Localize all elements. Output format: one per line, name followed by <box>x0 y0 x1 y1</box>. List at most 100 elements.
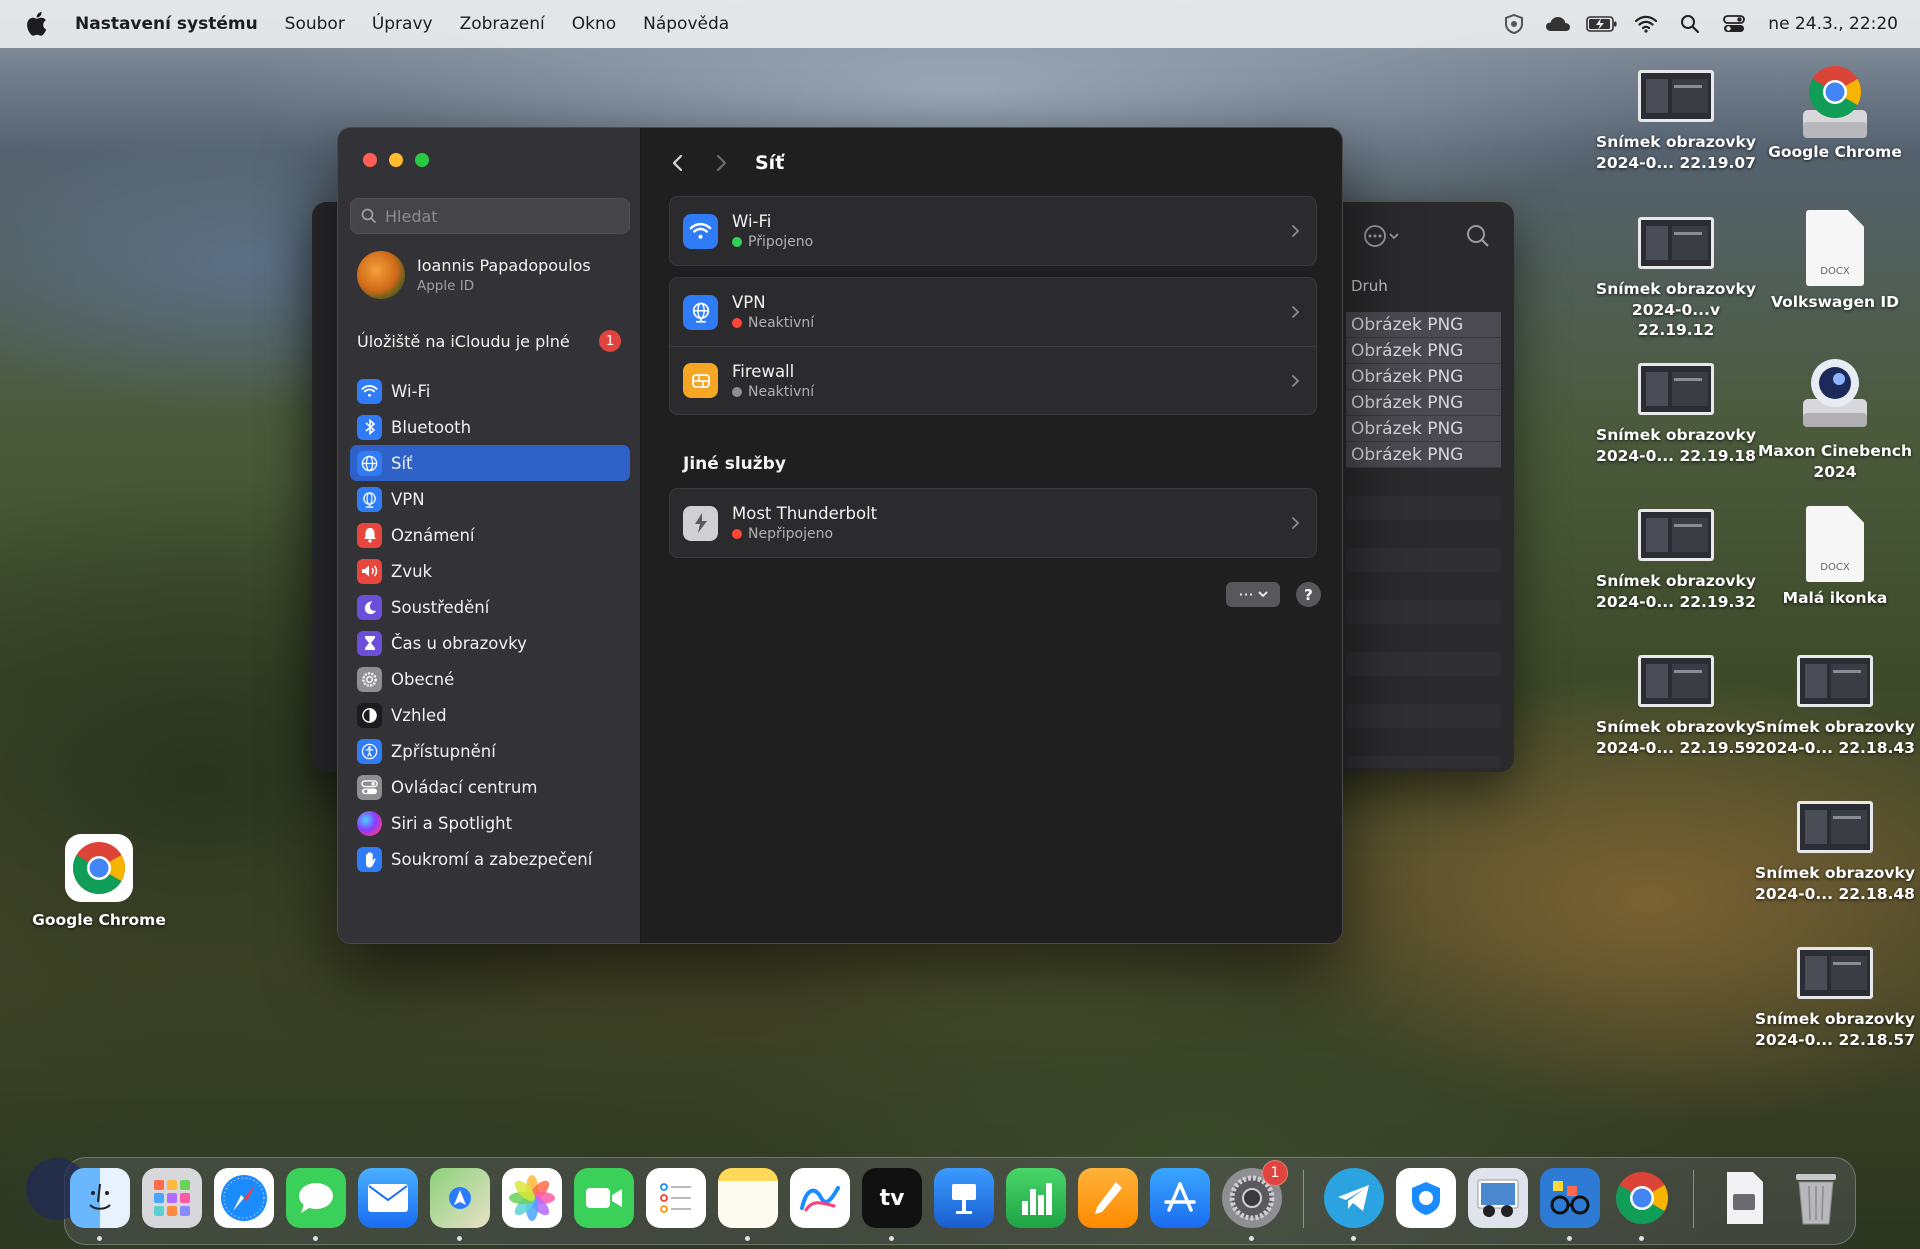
minimize-button[interactable] <box>389 153 403 167</box>
avatar <box>357 251 405 299</box>
apple-id-account[interactable]: Ioannis Papadopoulos Apple ID <box>357 251 591 299</box>
desktop-icon-google-chrome-app[interactable]: Google Chrome <box>1755 62 1915 163</box>
search-input[interactable] <box>385 206 615 226</box>
file-kind-cell[interactable]: Obrázek PNG <box>1346 416 1501 442</box>
dock-proxyman-icon[interactable] <box>1396 1168 1456 1228</box>
desktop-icon-screenshot[interactable]: Snímek obrazovky 2024-0... 22.18.48 <box>1755 801 1915 904</box>
sidebar-item-siri-a-spotlight[interactable]: Siri a Spotlight <box>350 805 630 841</box>
help-button[interactable]: ? <box>1296 582 1321 607</box>
wifi-status-icon[interactable] <box>1624 0 1668 48</box>
desktop-icon-screenshot[interactable]: Snímek obrazovky 2024-0... 22.19.59 <box>1596 655 1756 758</box>
apple-menu-icon[interactable] <box>25 12 49 36</box>
service-row-wifi[interactable]: Wi-Fi Připojeno <box>670 197 1316 265</box>
file-kind-cell[interactable]: Obrázek PNG <box>1346 312 1501 338</box>
service-card-wifi: Wi-Fi Připojeno <box>669 196 1317 266</box>
sidebar-item-vpn[interactable]: VPN <box>350 481 630 517</box>
sidebar-search[interactable] <box>350 198 630 234</box>
dock-freeform-icon[interactable] <box>790 1168 850 1228</box>
sidebar-item-sit[interactable]: Síť <box>350 445 630 481</box>
dock-facetime-icon[interactable] <box>574 1168 634 1228</box>
dock-telegram-icon[interactable] <box>1324 1168 1384 1228</box>
sidebar-item-obecne[interactable]: Obecné <box>350 661 630 697</box>
appearance-icon <box>357 702 382 728</box>
sidebar-item-wifi[interactable]: Wi-Fi <box>350 373 630 409</box>
dock-reminders-icon[interactable] <box>646 1168 706 1228</box>
menu-zobrazeni[interactable]: Zobrazení <box>460 14 545 34</box>
sidebar-item-zpristupneni[interactable]: Zpřístupnění <box>350 733 630 769</box>
dock-finder-icon[interactable] <box>70 1168 130 1228</box>
screenshot-thumbnail <box>1638 509 1714 561</box>
dock-photos-icon[interactable] <box>502 1168 562 1228</box>
desktop-icon-screenshot[interactable]: Snímek obrazovky 2024-0...v 22.19.12 <box>1596 217 1756 341</box>
back-chevron-icon[interactable] <box>670 153 684 173</box>
desktop-icon-mala-ikonka[interactable]: DOCX Malá ikonka <box>1755 506 1915 609</box>
screenshot-thumbnail <box>1638 70 1714 122</box>
sidebar-item-bluetooth[interactable]: Bluetooth <box>350 409 630 445</box>
dock-keynote-icon[interactable] <box>934 1168 994 1228</box>
spotlight-icon[interactable] <box>1668 0 1712 48</box>
more-actions-button[interactable]: ··· <box>1226 582 1280 607</box>
sidebar-item-oznameni[interactable]: Oznámení <box>350 517 630 553</box>
sidebar-item-cas-u-obrazovky[interactable]: Čas u obrazovky <box>350 625 630 661</box>
file-kind-cell[interactable]: Obrázek PNG <box>1346 390 1501 416</box>
cloud-status-icon[interactable] <box>1536 0 1580 48</box>
desktop-icon-screenshot[interactable]: Snímek obrazovky 2024-0... 22.18.43 <box>1755 655 1915 758</box>
service-card-group: VPN Neaktivní Firewall Neaktivní <box>669 277 1317 415</box>
dock-notes-icon[interactable] <box>718 1168 778 1228</box>
desktop-icon-label: Snímek obrazovky <box>1596 572 1756 590</box>
file-kind-cell[interactable]: Obrázek PNG <box>1346 442 1501 468</box>
background-window-column-header[interactable]: Druh <box>1351 277 1388 295</box>
dock-mail-icon[interactable] <box>358 1168 418 1228</box>
dock-messages-icon[interactable] <box>286 1168 346 1228</box>
menu-upravy[interactable]: Úpravy <box>372 14 433 34</box>
dock-tv-icon[interactable]: tv <box>862 1168 922 1228</box>
sidebar-item-soukromi-a-zabezpeceni[interactable]: Soukromí a zabezpečení <box>350 841 630 877</box>
menu-app-name[interactable]: Nastavení systému <box>75 14 258 34</box>
background-window-toolbar <box>1350 218 1500 258</box>
sidebar-item-vzhled[interactable]: Vzhled <box>350 697 630 733</box>
dock-app-store-icon[interactable] <box>1150 1168 1210 1228</box>
zoom-button[interactable] <box>415 153 429 167</box>
dock-trash-icon[interactable] <box>1786 1168 1846 1228</box>
battery-icon[interactable] <box>1580 0 1624 48</box>
desktop-icon-label: 2024 <box>1813 462 1857 481</box>
menu-napoveda[interactable]: Nápověda <box>643 14 729 34</box>
service-name: VPN <box>732 293 766 312</box>
menu-soubor[interactable]: Soubor <box>285 14 345 34</box>
desktop-icon-screenshot[interactable]: Snímek obrazovky 2024-0... 22.19.18 <box>1596 363 1756 466</box>
dock-safari-icon[interactable] <box>214 1168 274 1228</box>
shield-status-icon[interactable] <box>1492 0 1536 48</box>
service-row-vpn[interactable]: VPN Neaktivní <box>670 278 1316 346</box>
service-name: Firewall <box>732 361 795 381</box>
dock-downloads-stack-icon[interactable] <box>1714 1168 1774 1228</box>
desktop-icon-google-chrome[interactable]: Google Chrome <box>19 834 179 931</box>
dock-glasses-icon[interactable] <box>1540 1168 1600 1228</box>
desktop-icon-screenshot[interactable]: Snímek obrazovky 2024-0... 22.18.57 <box>1755 947 1915 1050</box>
desktop-icon-screenshot[interactable]: Snímek obrazovky 2024-0... 22.19.07 <box>1596 70 1756 173</box>
service-row-firewall[interactable]: Firewall Neaktivní <box>670 346 1316 414</box>
dock-numbers-icon[interactable] <box>1006 1168 1066 1228</box>
dock-maps-icon[interactable] <box>430 1168 490 1228</box>
menu-okno[interactable]: Okno <box>572 14 616 34</box>
window-controls <box>363 153 429 167</box>
desktop-icon-screenshot[interactable]: Snímek obrazovky 2024-0... 22.19.32 <box>1596 509 1756 612</box>
dock-chrome-icon[interactable] <box>1612 1168 1672 1228</box>
sidebar-item-zvuk[interactable]: Zvuk <box>350 553 630 589</box>
dock-pages-icon[interactable] <box>1078 1168 1138 1228</box>
file-kind-cell[interactable]: Obrázek PNG <box>1346 364 1501 390</box>
desktop-icon-volkswagen-id[interactable]: DOCX Volkswagen ID <box>1755 210 1915 313</box>
service-row-thunderbolt-bridge[interactable]: Most Thunderbolt Nepřipojeno <box>670 489 1316 557</box>
dock-launchpad-icon[interactable] <box>142 1168 202 1228</box>
sidebar-group-notifications: Oznámení Zvuk Soustředění Čas u obrazovk… <box>350 517 630 661</box>
status-dot-inactive <box>732 318 742 328</box>
sidebar-item-soustredeni[interactable]: Soustředění <box>350 589 630 625</box>
forward-chevron-icon[interactable] <box>715 153 729 173</box>
icloud-storage-alert[interactable]: Úložiště na iCloudu je plné 1 <box>357 330 621 352</box>
file-kind-cell[interactable]: Obrázek PNG <box>1346 338 1501 364</box>
control-center-icon[interactable] <box>1712 0 1756 48</box>
dock-preview-icon[interactable] <box>1468 1168 1528 1228</box>
close-button[interactable] <box>363 153 377 167</box>
menubar-clock[interactable]: ne 24.3., 22:20 <box>1768 14 1898 34</box>
sidebar-item-ovladaci-centrum[interactable]: Ovládací centrum <box>350 769 630 805</box>
desktop-icon-maxon-cinebench[interactable]: Maxon Cinebench 2024 <box>1755 355 1915 482</box>
